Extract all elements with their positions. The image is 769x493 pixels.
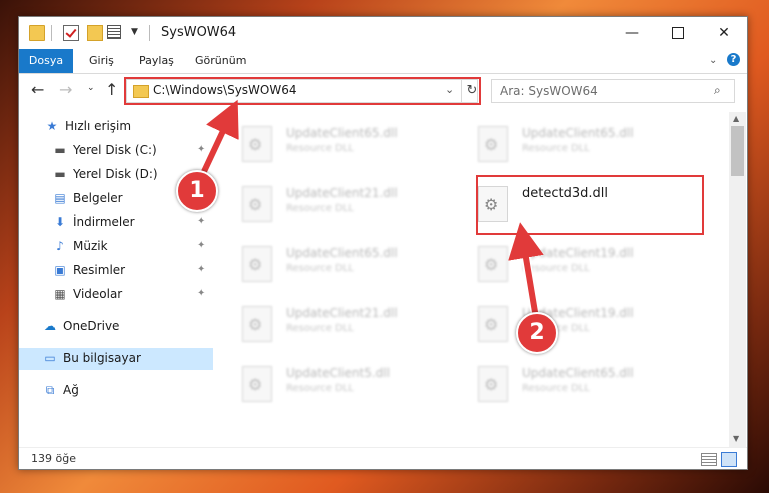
annotation-arrows — [195, 99, 544, 323]
step-1-badge: 1 — [176, 170, 218, 212]
step-2-badge: 2 — [516, 312, 558, 354]
